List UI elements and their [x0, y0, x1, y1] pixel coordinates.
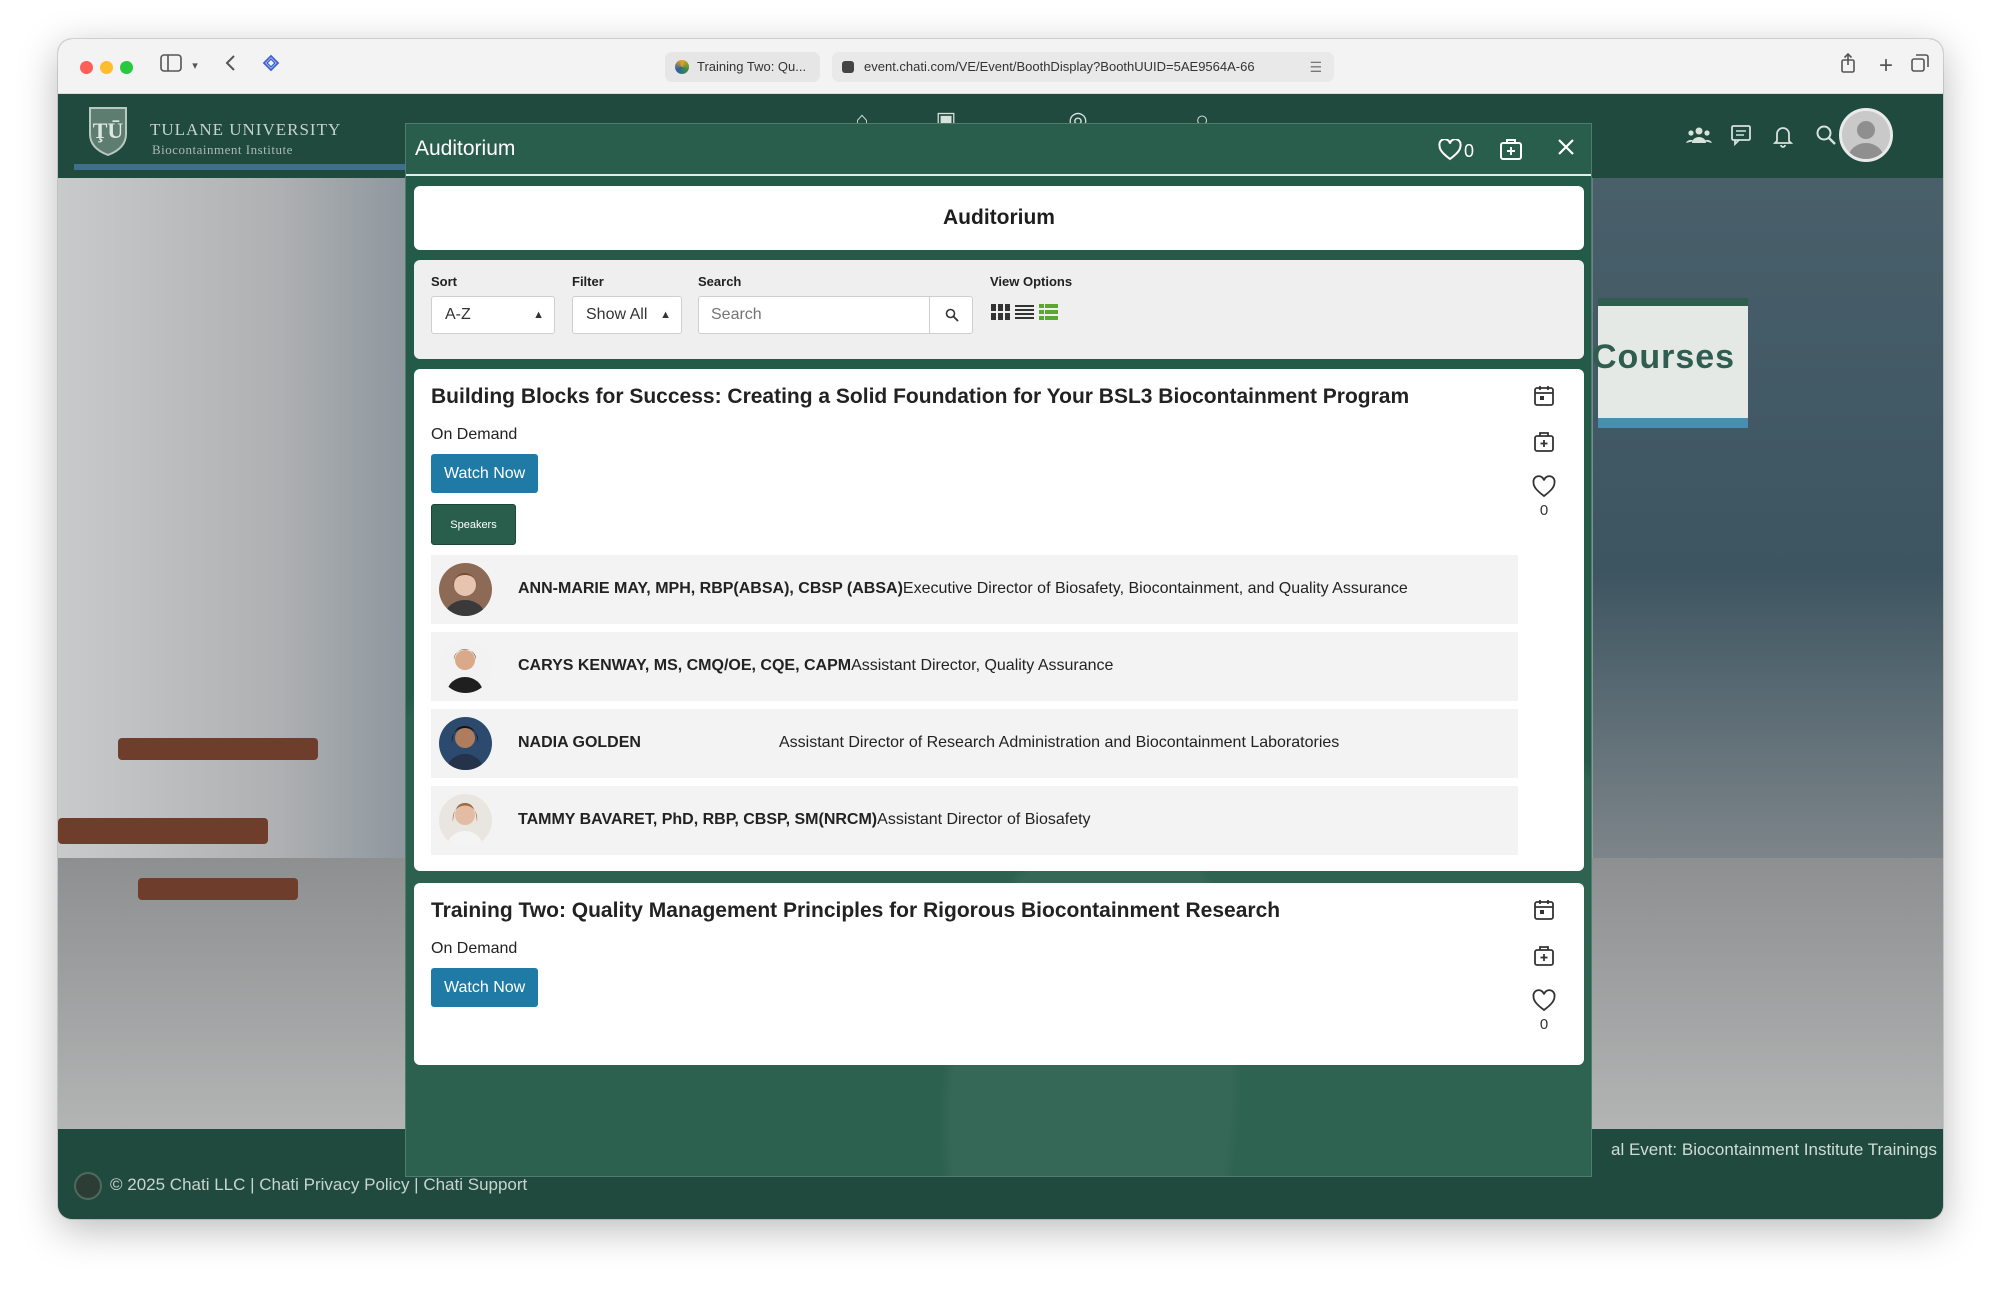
tab-overview-icon[interactable] [1907, 53, 1933, 79]
speaker-role: Executive Director of Biosafety, Biocont… [902, 580, 1408, 597]
speaker-role: Assistant Director of Research Administr… [779, 734, 1340, 751]
speakers-button[interactable]: Speakers [431, 504, 516, 545]
list-view-icon[interactable] [1039, 304, 1058, 320]
session-card: Building Blocks for Success: Creating a … [414, 369, 1584, 871]
zoom-window-button[interactable] [120, 61, 133, 74]
search-label: Search [698, 274, 742, 289]
sidebar-toggle-icon[interactable] [158, 53, 184, 79]
speaker-avatar [439, 563, 492, 616]
filter-value: Show All [586, 306, 648, 323]
svg-text:ŢŪ: ŢŪ [93, 118, 124, 143]
speaker-name: TAMMY BAVARET, PhD, RBP, CBSP, SM(NRCM)A… [518, 811, 1091, 828]
search-icon[interactable] [1812, 124, 1840, 152]
minimize-window-button[interactable] [100, 61, 113, 74]
address-bar[interactable]: event.chati.com/VE/Event/BoothDisplay?Bo… [832, 52, 1334, 82]
filter-label: Filter [572, 274, 604, 289]
heart-icon[interactable] [1531, 988, 1557, 1014]
speaker-row[interactable]: ANN-MARIE MAY, MPH, RBP(ABSA), CBSP (ABS… [431, 555, 1518, 624]
view-options-label: View Options [990, 274, 1073, 289]
calendar-icon[interactable] [1531, 383, 1557, 409]
close-icon[interactable] [1556, 137, 1576, 163]
calendar-icon[interactable] [1531, 897, 1557, 923]
close-window-button[interactable] [80, 61, 93, 74]
briefcase-add-icon[interactable] [1499, 137, 1523, 163]
notification-bell-icon[interactable] [1769, 124, 1797, 152]
back-arrow-icon[interactable] [218, 53, 244, 79]
filter-select[interactable]: Show All ▲ [572, 296, 682, 334]
favorites-count: 0 [1464, 141, 1475, 161]
courses-sign: Courses [1592, 298, 1748, 428]
courses-sign-text: Courses [1592, 338, 1736, 376]
speaker-role: Assistant Director, Quality Assurance [851, 657, 1114, 674]
new-tab-icon[interactable]: + [1873, 53, 1899, 79]
heart-icon [1438, 138, 1462, 161]
tulane-logo[interactable]: ŢŪ TULANE UNIVERSITY Biocontainment Inst… [74, 106, 404, 170]
header-accent-bar [74, 164, 414, 170]
heart-icon[interactable] [1531, 474, 1557, 500]
speaker-row[interactable]: NADIA GOLDEN Assistant Director of Resea… [431, 709, 1518, 778]
auditorium-modal: Auditorium 0 Auditorium Sort A-Z ▲ Filte… [405, 123, 1592, 1177]
list-controls: Sort A-Z ▲ Filter Show All ▲ Search View… [414, 260, 1584, 359]
footer-links[interactable]: © 2025 Chati LLC | Chati Privacy Policy … [110, 1175, 527, 1195]
logo-institute-name: Biocontainment Institute [152, 142, 293, 157]
briefcase-add-icon[interactable] [1531, 429, 1557, 455]
session-status: On Demand [431, 426, 518, 443]
select-arrows-icon: ▲ [533, 309, 544, 321]
extension-icon[interactable] [258, 53, 284, 79]
tulane-shield-icon: ŢŪ [89, 107, 127, 156]
chevron-down-icon[interactable]: ▾ [182, 53, 208, 79]
event-name-text: al Event: Biocontainment Institute Train… [1610, 1140, 1937, 1159]
browser-toolbar: ▾ Training Two: Qu... event.chati.com/VE… [58, 39, 1943, 94]
attendees-icon[interactable] [1685, 124, 1713, 152]
chat-icon[interactable] [1727, 124, 1755, 152]
select-arrows-icon: ▲ [660, 309, 671, 321]
browser-tab-title: Training Two: Qu... [697, 59, 807, 74]
speaker-row[interactable]: CARYS KENWAY, MS, CMQ/OE, CQE, CAPMAssis… [431, 632, 1518, 701]
reader-mode-icon[interactable]: ☰ [1309, 52, 1322, 82]
search-button[interactable] [929, 296, 973, 334]
speaker-avatar [439, 794, 492, 847]
logo-university-name: TULANE UNIVERSITY [150, 120, 342, 139]
likes-count: 0 [1539, 502, 1549, 519]
url-text: event.chati.com/VE/Event/BoothDisplay?Bo… [864, 59, 1255, 74]
likes-count: 0 [1539, 1016, 1549, 1033]
bench-decoration [138, 878, 298, 900]
compact-list-view-icon[interactable] [1015, 304, 1034, 320]
search-input[interactable] [698, 296, 930, 334]
site-favicon-icon [842, 61, 854, 73]
search-icon [945, 308, 959, 322]
auditorium-title-panel: Auditorium [414, 186, 1584, 250]
speaker-row[interactable]: TAMMY BAVARET, PhD, RBP, CBSP, SM(NRCM)A… [431, 786, 1518, 855]
speaker-name: ANN-MARIE MAY, MPH, RBP(ABSA), CBSP (ABS… [518, 580, 1408, 597]
page-title: Auditorium [943, 206, 1055, 229]
speaker-name: NADIA GOLDEN [518, 734, 641, 751]
bench-decoration [58, 818, 268, 844]
browser-tab[interactable]: Training Two: Qu... [665, 52, 820, 82]
speaker-avatar [439, 717, 492, 770]
grid-view-icon[interactable] [991, 304, 1010, 320]
modal-title: Auditorium [415, 137, 516, 160]
session-title[interactable]: Training Two: Quality Management Princip… [431, 899, 1280, 923]
share-icon[interactable] [1835, 52, 1861, 79]
watch-now-button[interactable]: Watch Now [431, 454, 539, 493]
session-status: On Demand [431, 940, 518, 957]
watch-now-button[interactable]: Watch Now [431, 968, 539, 1007]
user-avatar[interactable] [1839, 108, 1893, 162]
sort-value: A-Z [445, 306, 471, 323]
favorites-button[interactable]: 0 [1438, 137, 1474, 163]
session-title[interactable]: Building Blocks for Success: Creating a … [431, 385, 1409, 409]
speaker-name: CARYS KENWAY, MS, CMQ/OE, CQE, CAPMAssis… [518, 657, 1114, 674]
browser-window: ▾ Training Two: Qu... event.chati.com/VE… [58, 39, 1943, 1219]
chati-favicon-icon [675, 60, 689, 74]
sort-label: Sort [431, 274, 457, 289]
session-card: Training Two: Quality Management Princip… [414, 883, 1584, 1065]
speaker-role: Assistant Director of Biosafety [877, 811, 1091, 828]
briefcase-add-icon[interactable] [1531, 943, 1557, 969]
sort-select[interactable]: A-Z ▲ [431, 296, 555, 334]
speaker-avatar [439, 640, 492, 693]
modal-header: Auditorium 0 [406, 124, 1591, 176]
bench-decoration [118, 738, 318, 760]
chati-logo-icon [74, 1172, 102, 1200]
